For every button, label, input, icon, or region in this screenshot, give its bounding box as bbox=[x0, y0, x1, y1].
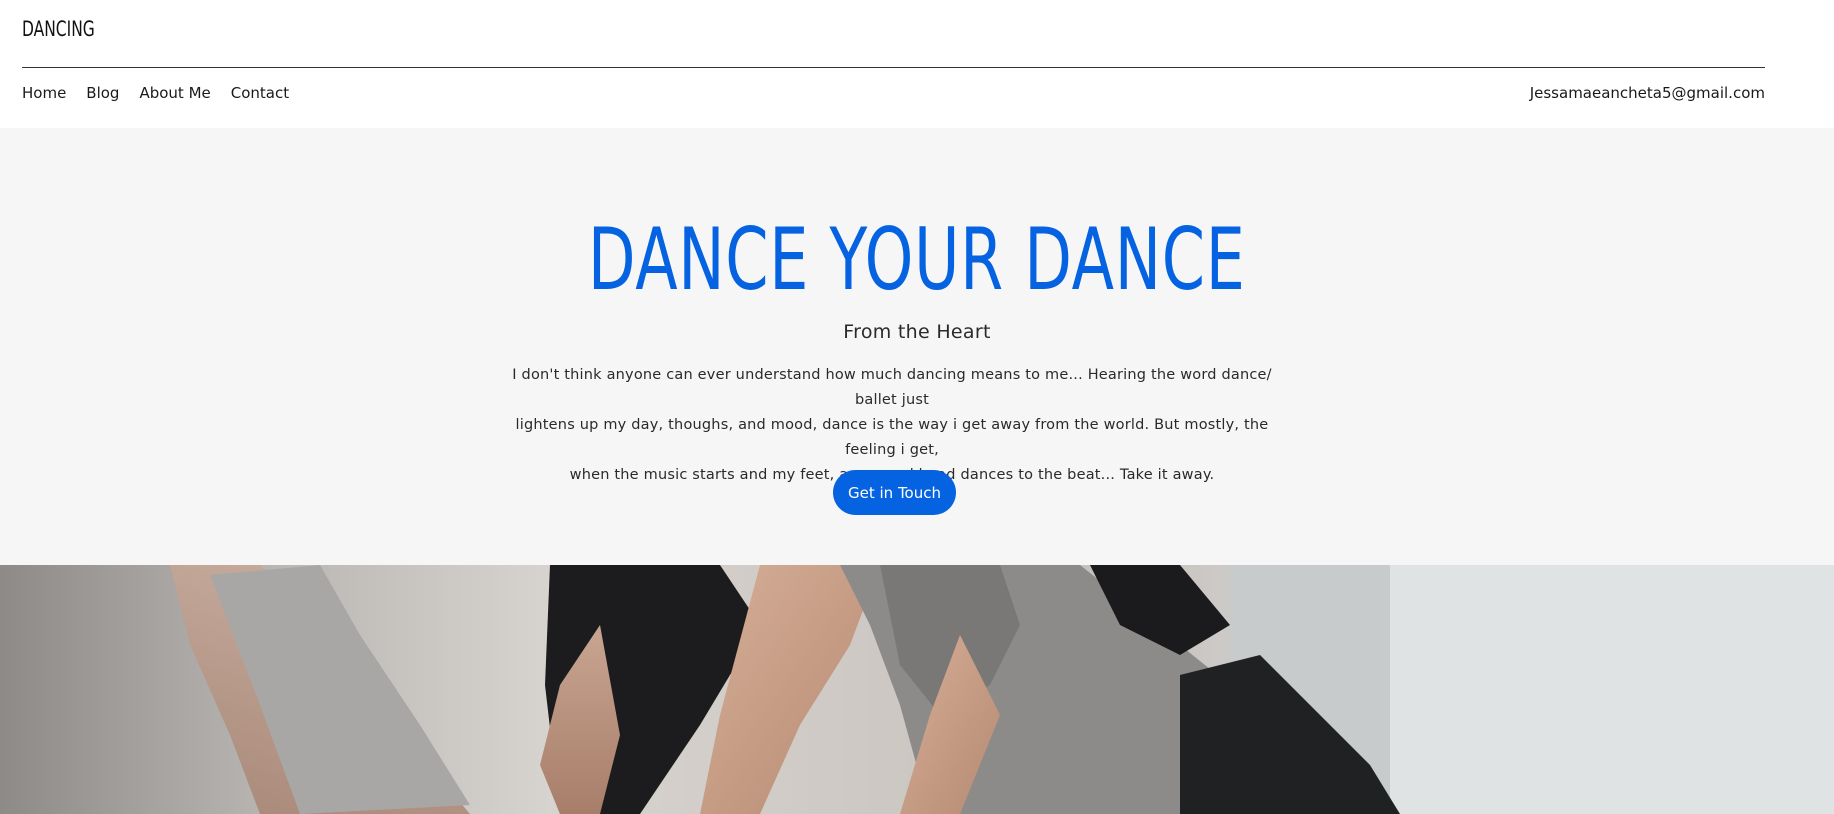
contact-email[interactable]: Jessamaeancheta5@gmail.com bbox=[1530, 84, 1765, 102]
site-logo[interactable]: DANCING bbox=[22, 17, 95, 41]
hero-subtitle: From the Heart bbox=[843, 321, 991, 343]
hero-body-line: I don't think anyone can ever understand… bbox=[512, 367, 1272, 408]
get-in-touch-button[interactable]: Get in Touch bbox=[833, 470, 956, 515]
hero-body-line: lightens up my day, thoughs, and mood, d… bbox=[515, 417, 1269, 458]
hero-title-text: DANCE YOUR DANCE bbox=[588, 210, 1246, 310]
hero-section: DANCE YOUR DANCE From the Heart I don't … bbox=[0, 128, 1834, 565]
header-divider bbox=[22, 67, 1765, 68]
site-header: DANCING Home Blog About Me Contact Jessa… bbox=[0, 0, 1834, 128]
nav-blog[interactable]: Blog bbox=[86, 84, 119, 102]
hero-title: DANCE YOUR DANCE bbox=[0, 210, 1834, 310]
main-nav: Home Blog About Me Contact bbox=[22, 84, 309, 102]
dancers-photo bbox=[0, 565, 1834, 814]
nav-contact[interactable]: Contact bbox=[231, 84, 289, 102]
nav-home[interactable]: Home bbox=[22, 84, 66, 102]
nav-about-me[interactable]: About Me bbox=[139, 84, 210, 102]
dancers-photo-illustration bbox=[170, 565, 1834, 814]
